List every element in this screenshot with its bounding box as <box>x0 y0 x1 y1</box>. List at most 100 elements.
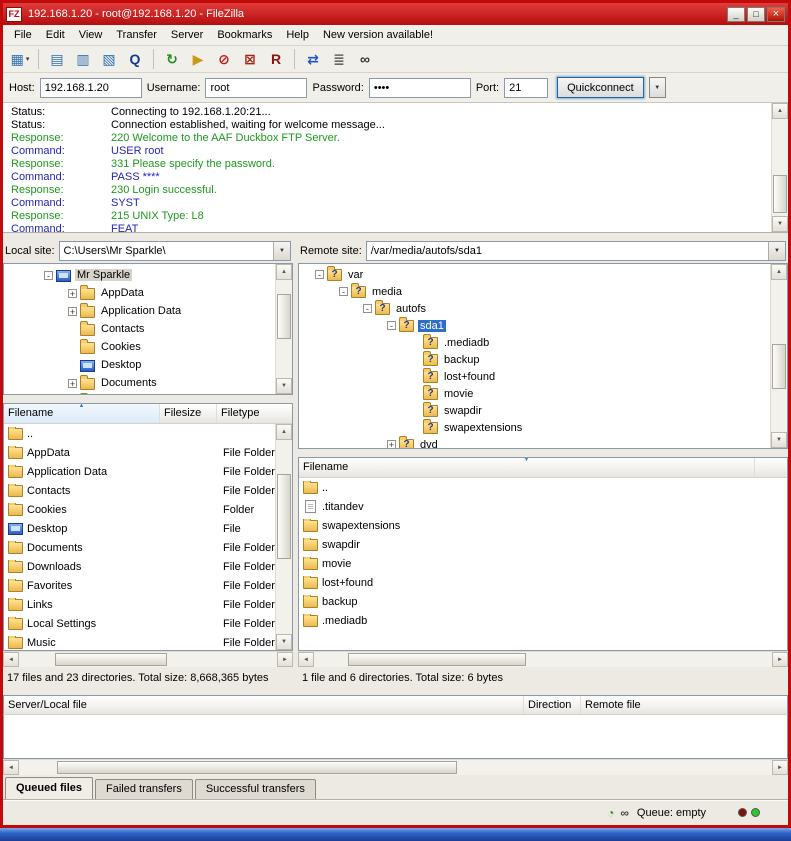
file-row-movie[interactable]: movie <box>299 554 787 573</box>
tree-expander-minus-icon[interactable] <box>315 270 324 279</box>
queue-horizontal-scrollbar[interactable] <box>3 759 788 775</box>
tree-item-application-data[interactable]: Application Data <box>4 302 292 320</box>
filter-icon[interactable]: ∞ <box>620 806 629 820</box>
site-manager-icon[interactable]: ▦▾ <box>7 48 33 70</box>
find-files-icon[interactable]: ∞ <box>352 48 378 70</box>
menu-item-server[interactable]: Server <box>164 26 210 44</box>
scroll-up-icon[interactable] <box>276 424 292 440</box>
scroll-up-icon[interactable] <box>276 264 292 280</box>
menu-item-edit[interactable]: Edit <box>39 26 72 44</box>
local-list-scrollbar[interactable] <box>275 424 292 650</box>
menu-item-help[interactable]: Help <box>279 26 316 44</box>
scroll-thumb[interactable] <box>773 175 787 213</box>
column-header-filename[interactable]: Filename <box>299 458 755 477</box>
tree-expander-minus-icon[interactable] <box>387 321 396 330</box>
scroll-up-icon[interactable] <box>772 103 788 119</box>
reconnect-icon[interactable]: R <box>263 48 289 70</box>
tree-item-autofs[interactable]: autofs <box>299 300 787 317</box>
tab-queued-files[interactable]: Queued files <box>5 777 93 799</box>
scroll-down-icon[interactable] <box>772 216 788 232</box>
scroll-thumb[interactable] <box>277 474 291 559</box>
local-tree-scrollbar[interactable] <box>275 264 292 394</box>
file-row-favorites[interactable]: FavoritesFile Folder <box>4 576 292 595</box>
tree-item-lost-found[interactable]: lost+found <box>299 368 787 385</box>
scroll-thumb[interactable] <box>55 653 167 666</box>
combo-dropdown-icon[interactable] <box>768 242 785 260</box>
scroll-right-icon[interactable] <box>772 760 788 775</box>
local-tree-toggle-icon[interactable]: ▥ <box>70 48 96 70</box>
scroll-right-icon[interactable] <box>277 652 293 667</box>
scroll-thumb[interactable] <box>57 761 457 774</box>
column-header-remote-file[interactable]: Remote file <box>581 696 787 714</box>
local-horizontal-scrollbar[interactable] <box>3 651 293 667</box>
scroll-down-icon[interactable] <box>771 432 787 448</box>
tree-expander-plus-icon[interactable] <box>68 307 77 316</box>
disconnect-icon[interactable]: ⊠ <box>237 48 263 70</box>
column-header-direction[interactable]: Direction <box>524 696 581 714</box>
file-row-local-settings[interactable]: Local SettingsFile Folder <box>4 614 292 633</box>
tree-item-desktop[interactable]: Desktop <box>4 356 292 374</box>
maximize-button[interactable]: □ <box>747 7 765 22</box>
tree-item-documents[interactable]: Documents <box>4 374 292 392</box>
tree-list-splitter[interactable] <box>298 449 788 457</box>
tree-item-mr-sparkle[interactable]: Mr Sparkle <box>4 266 292 284</box>
scroll-up-icon[interactable] <box>771 264 787 280</box>
menu-item-bookmarks[interactable]: Bookmarks <box>210 26 279 44</box>
tree-item-media[interactable]: media <box>299 283 787 300</box>
refresh-icon[interactable]: ↻ <box>159 48 185 70</box>
file-row-application-data[interactable]: Application DataFile Folder <box>4 462 292 481</box>
scroll-thumb[interactable] <box>348 653 526 666</box>
file-row-links[interactable]: LinksFile Folder <box>4 595 292 614</box>
password-input[interactable] <box>369 78 471 98</box>
port-input[interactable] <box>504 78 548 98</box>
menu-item-view[interactable]: View <box>72 26 110 44</box>
remote-tree-toggle-icon[interactable]: ▧ <box>96 48 122 70</box>
file-row-music[interactable]: MusicFile Folder <box>4 633 292 650</box>
quickconnect-dropdown-icon[interactable] <box>649 77 666 98</box>
file-row-[interactable]: .. <box>299 478 787 497</box>
tree-item-sda1[interactable]: sda1 <box>299 317 787 334</box>
message-log-toggle-icon[interactable]: ▤ <box>44 48 70 70</box>
titlebar[interactable]: FZ 192.168.1.20 - root@192.168.1.20 - Fi… <box>3 3 788 25</box>
scroll-left-icon[interactable] <box>3 760 19 775</box>
tree-list-splitter[interactable] <box>3 395 293 403</box>
scroll-down-icon[interactable] <box>276 634 292 650</box>
scroll-down-icon[interactable] <box>276 378 292 394</box>
file-row-documents[interactable]: DocumentsFile Folder <box>4 538 292 557</box>
menu-item-file[interactable]: File <box>7 26 39 44</box>
menu-item-new-version-available[interactable]: New version available! <box>316 26 440 44</box>
scroll-thumb[interactable] <box>772 344 786 389</box>
username-input[interactable] <box>205 78 307 98</box>
tree-item-cookies[interactable]: Cookies <box>4 338 292 356</box>
directory-comparison-icon[interactable]: ≣ <box>326 48 352 70</box>
tree-item-contacts[interactable]: Contacts <box>4 320 292 338</box>
tree-item-movie[interactable]: movie <box>299 385 787 402</box>
tree-item-backup[interactable]: backup <box>299 351 787 368</box>
scroll-left-icon[interactable] <box>298 652 314 667</box>
file-row-appdata[interactable]: AppDataFile Folder <box>4 443 292 462</box>
menu-item-transfer[interactable]: Transfer <box>109 26 164 44</box>
file-row-swapextensions[interactable]: swapextensions <box>299 516 787 535</box>
file-row-titandev[interactable]: .titandev <box>299 497 787 516</box>
host-input[interactable] <box>40 78 142 98</box>
file-row-[interactable]: .. <box>4 424 292 443</box>
scroll-thumb[interactable] <box>277 294 291 339</box>
tree-item-mediadb[interactable]: .mediadb <box>299 334 787 351</box>
tree-item-swapdir[interactable]: swapdir <box>299 402 787 419</box>
tree-expander-plus-icon[interactable] <box>387 440 396 449</box>
close-button[interactable]: × <box>767 7 785 22</box>
tree-expander-minus-icon[interactable] <box>44 271 53 280</box>
tree-expander-minus-icon[interactable] <box>339 287 348 296</box>
speed-limit-icon[interactable]: ◔ <box>607 806 614 820</box>
scroll-left-icon[interactable] <box>3 652 19 667</box>
column-header-filename[interactable]: Filename <box>4 404 160 423</box>
tree-item-var[interactable]: var <box>299 266 787 283</box>
tab-successful-transfers[interactable]: Successful transfers <box>195 779 316 799</box>
local-site-combobox[interactable]: C:\Users\Mr Sparkle\ <box>59 241 291 261</box>
minimize-button[interactable]: _ <box>727 7 745 22</box>
quickconnect-button[interactable]: Quickconnect <box>557 77 644 98</box>
column-header-server-local-file[interactable]: Server/Local file <box>4 696 524 714</box>
tab-failed-transfers[interactable]: Failed transfers <box>95 779 193 799</box>
log-scrollbar[interactable] <box>771 103 788 232</box>
file-row-lost-found[interactable]: lost+found <box>299 573 787 592</box>
